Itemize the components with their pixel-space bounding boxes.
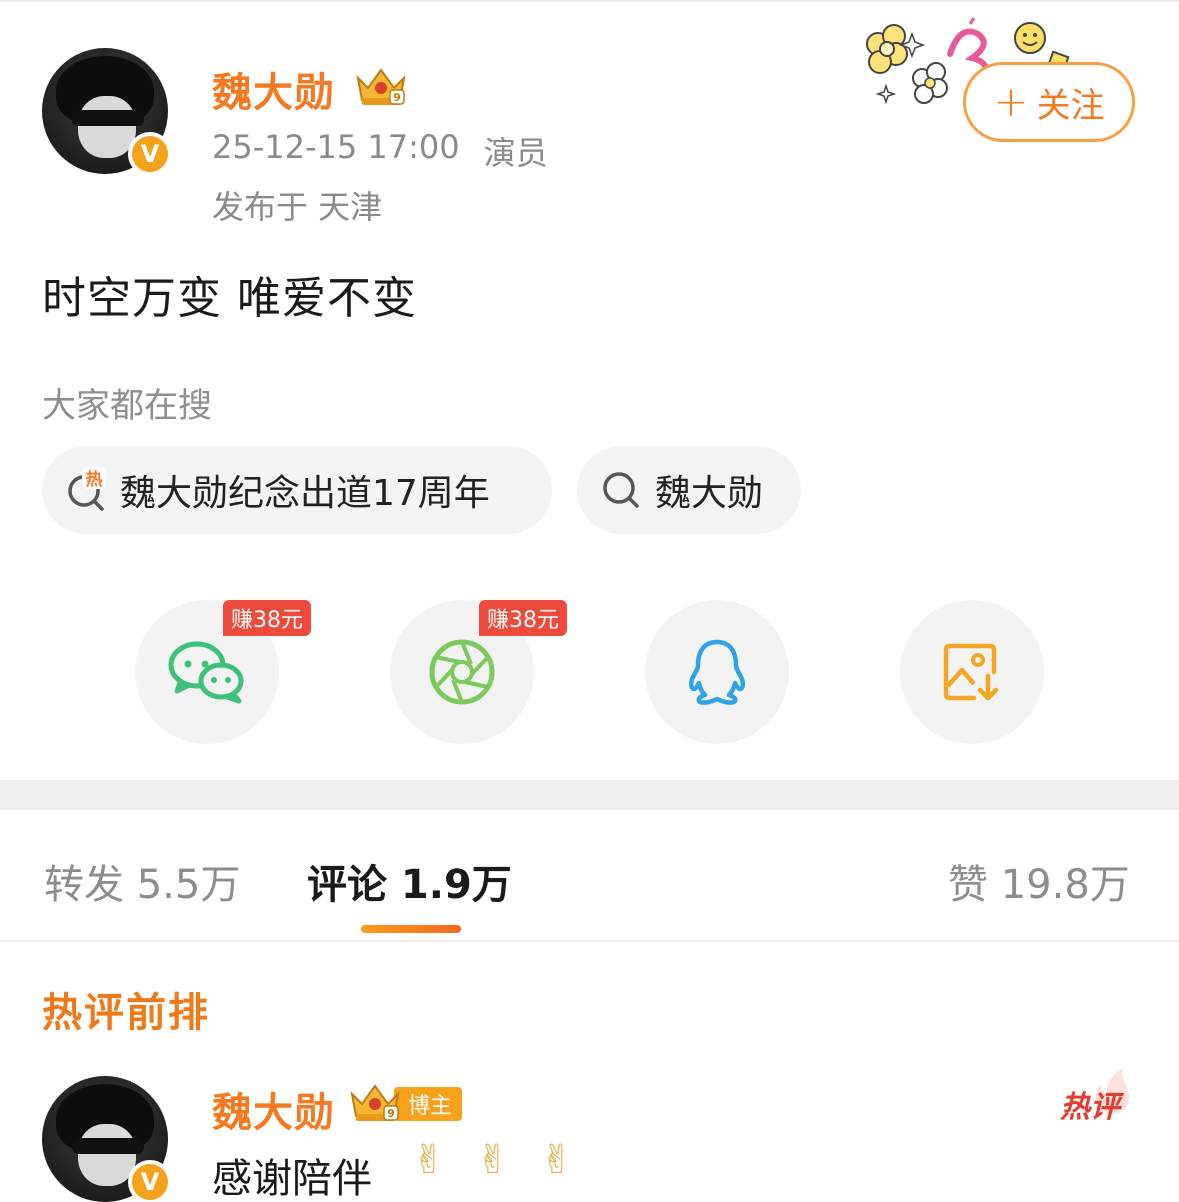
victory-hand-icon: ✌ xyxy=(540,1137,574,1183)
search-chip-text: 魏大勋纪念出道17周年 xyxy=(120,473,490,514)
tab-divider xyxy=(0,940,1179,942)
follow-label: 关注 xyxy=(1036,85,1105,126)
hot-comments-title: 热评前排 xyxy=(42,990,210,1036)
qq-icon xyxy=(688,639,746,705)
save-image-button[interactable] xyxy=(900,600,1044,744)
search-section-title: 大家都在搜 xyxy=(42,386,212,426)
tab-repost[interactable]: 转发 5.5万 xyxy=(44,852,240,910)
search-chip[interactable]: 魏大勋 xyxy=(577,446,801,534)
commenter-avatar[interactable]: V xyxy=(42,1076,172,1202)
moments-icon xyxy=(429,639,495,705)
follow-button[interactable]: + 关注 xyxy=(963,62,1135,142)
section-separator xyxy=(0,780,1179,810)
blogger-badge: 博主 xyxy=(394,1087,463,1121)
share-qq-button[interactable] xyxy=(645,600,789,744)
post-meta: 25-12-15 17:00 演员 xyxy=(212,128,548,174)
search-icon xyxy=(599,467,645,513)
hot-search-icon: 热 xyxy=(64,467,110,513)
save-image-icon xyxy=(943,643,999,701)
tab-like[interactable]: 赞 19.8万 xyxy=(948,852,1130,910)
fan-crown-icon: 9 xyxy=(350,1084,400,1121)
plus-icon: + xyxy=(993,77,1029,126)
search-chip-hot[interactable]: 热 魏大勋纪念出道17周年 xyxy=(42,446,552,534)
commenter-name[interactable]: 魏大勋 xyxy=(212,1080,335,1138)
author-name[interactable]: 魏大勋 xyxy=(212,60,335,118)
verified-badge-icon: V xyxy=(128,1160,172,1202)
verified-badge-icon: V xyxy=(128,132,172,176)
post-location: 发布于 天津 xyxy=(212,188,383,226)
post-content: 时空万变 唯爱不变 xyxy=(42,273,417,324)
top-divider xyxy=(0,0,1179,2)
svg-text:9: 9 xyxy=(387,1107,395,1120)
author-avatar[interactable]: V xyxy=(42,48,172,176)
earn-badge-moments: 赚38元 xyxy=(479,600,567,636)
hot-comment-badge: 热评 xyxy=(1060,1090,1120,1125)
fan-crown-icon: 9 xyxy=(356,68,406,105)
tab-comment[interactable]: 评论 1.9万 xyxy=(307,852,512,910)
svg-text:9: 9 xyxy=(393,91,401,104)
active-tab-indicator xyxy=(361,925,461,933)
victory-hand-icon: ✌ xyxy=(412,1137,446,1183)
svg-text:热: 热 xyxy=(86,469,103,490)
earn-badge-wechat: 赚38元 xyxy=(223,600,311,636)
post-datetime: 25-12-15 17:00 xyxy=(212,128,460,166)
author-tag: 演员 xyxy=(483,134,548,172)
comment-text: 感谢陪伴 xyxy=(212,1156,372,1202)
search-chip-text: 魏大勋 xyxy=(655,473,764,514)
victory-hand-icon: ✌ xyxy=(476,1137,510,1183)
wechat-icon xyxy=(168,641,244,704)
